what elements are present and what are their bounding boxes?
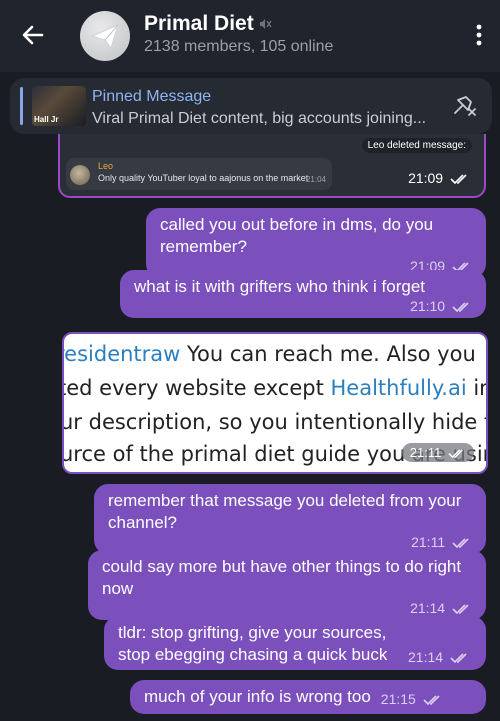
- message-time: 21:11: [401, 443, 474, 462]
- quote-author: Leo: [98, 161, 114, 171]
- double-check-icon: [423, 695, 440, 706]
- message-text: tldr: stop grifting, give your sources, …: [118, 623, 388, 664]
- message-bubble[interactable]: could say more but have other things to …: [88, 550, 486, 620]
- message-time: 21:10: [134, 298, 472, 314]
- chat-title[interactable]: Primal Diet: [144, 12, 254, 36]
- mute-icon: [260, 19, 272, 29]
- message-text: called you out before in dms, do you rem…: [160, 215, 434, 256]
- message-time: 21:14: [102, 600, 472, 616]
- message-bubble[interactable]: what is it with grifters who think i for…: [120, 270, 486, 318]
- message-time: 21:15: [381, 691, 443, 707]
- quote-time: 21:04: [305, 175, 326, 184]
- pinned-message-bar[interactable]: Hall Jr Pinned Message Viral Primal Diet…: [10, 78, 492, 134]
- image-text-line: ur description, so you intentionally hid…: [62, 410, 488, 434]
- double-check-icon: [450, 174, 467, 185]
- member-count: 2138 members, 105 online: [144, 38, 334, 55]
- message-list[interactable]: Leo deleted message: Leo Only quality Yo…: [0, 134, 500, 721]
- message-bubble[interactable]: remember that message you deleted from y…: [94, 484, 486, 554]
- message-text: much of your info is wrong too: [144, 687, 371, 706]
- avatar: [70, 165, 90, 185]
- more-vertical-icon[interactable]: [476, 24, 482, 46]
- quoted-message[interactable]: Leo Only quality YouTuber loyal to aajon…: [66, 158, 332, 190]
- quote-text: Only quality YouTuber loyal to aajonus o…: [98, 173, 309, 183]
- image-text-line: residentraw You can reach me. Also you: [62, 342, 476, 366]
- double-check-icon: [450, 653, 467, 664]
- double-check-icon: [452, 538, 469, 549]
- message-time: 21:09: [408, 170, 470, 186]
- message-bubble[interactable]: called you out before in dms, do you rem…: [146, 208, 486, 278]
- image-message[interactable]: residentraw You can reach me. Also you t…: [62, 332, 488, 474]
- avatar[interactable]: [80, 11, 130, 61]
- double-check-icon: [452, 604, 469, 615]
- double-check-icon: [452, 302, 469, 313]
- paper-plane-icon: [90, 24, 119, 50]
- deleted-tag: Leo deleted message:: [361, 138, 472, 153]
- pinned-accent: [20, 87, 23, 125]
- message-text: what is it with grifters who think i for…: [134, 277, 426, 296]
- image-text-line: ted every website except Healthfully.ai …: [62, 376, 486, 400]
- forwarded-deleted-card[interactable]: Leo deleted message: Leo Only quality Yo…: [58, 134, 486, 198]
- message-time: 21:11: [108, 534, 472, 550]
- chat-header: Primal Diet 2138 members, 105 online: [0, 0, 500, 72]
- message-bubble[interactable]: tldr: stop grifting, give your sources, …: [104, 616, 486, 670]
- double-check-icon: [448, 449, 463, 459]
- pinned-preview: Viral Primal Diet content, big accounts …: [92, 110, 427, 127]
- message-bubble[interactable]: much of your info is wrong too 21:15: [130, 680, 486, 714]
- message-text: remember that message you deleted from y…: [108, 491, 462, 532]
- pinned-title: Pinned Message: [92, 88, 212, 105]
- arrow-left-icon[interactable]: [20, 22, 46, 48]
- unpin-icon[interactable]: [452, 94, 478, 118]
- pinned-thumbnail: Hall Jr: [32, 86, 86, 126]
- message-time: 21:14: [408, 649, 470, 665]
- message-text: could say more but have other things to …: [102, 557, 462, 598]
